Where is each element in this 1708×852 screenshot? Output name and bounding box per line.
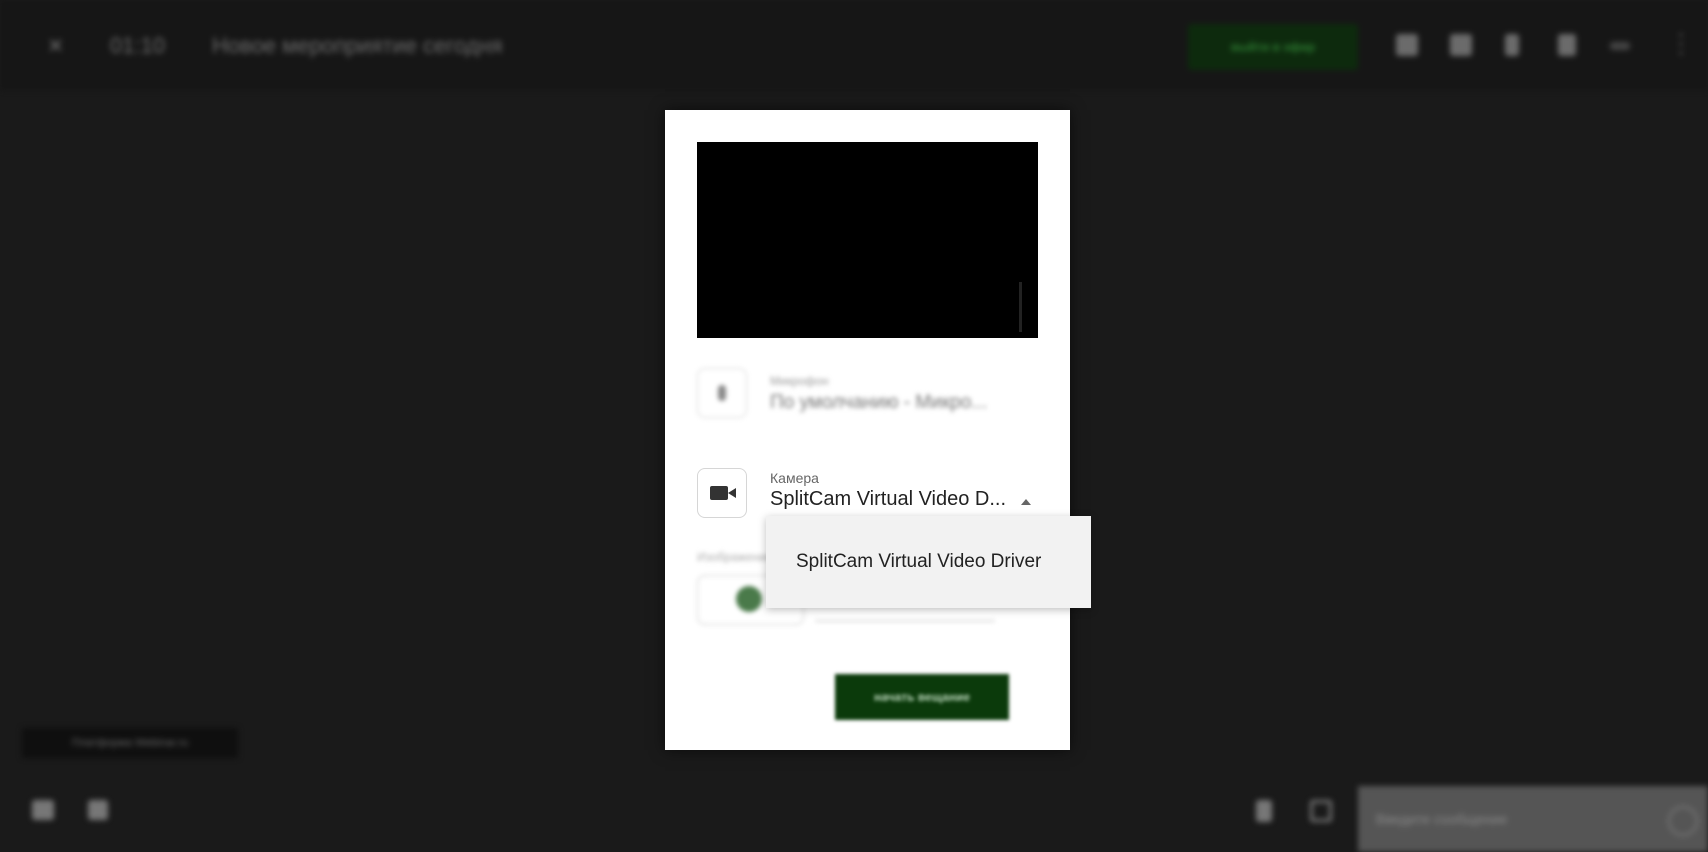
microphone-select-row[interactable]: Микрофон По умолчанию - Микро... <box>697 368 1042 432</box>
message-input[interactable]: Введите сообщение <box>1358 786 1708 852</box>
camera-dropdown-menu: SplitCam Virtual Video Driver <box>766 516 1091 608</box>
top-bar: × 01:10 Новое мероприятие сегодня выйти … <box>0 0 1708 90</box>
start-broadcast-button[interactable]: начать вещание <box>835 674 1009 720</box>
camera-label: Камера <box>770 470 819 486</box>
document-icon[interactable] <box>1558 34 1576 56</box>
media-settings-dialog: Микрофон По умолчанию - Микро... Камера … <box>665 110 1070 750</box>
send-icon[interactable] <box>1668 806 1698 836</box>
microphone-icon-box <box>697 368 747 418</box>
text-icon[interactable] <box>1256 800 1272 822</box>
divider <box>815 620 995 622</box>
chevron-up-icon[interactable] <box>1021 499 1031 505</box>
event-timer: 01:10 <box>110 33 166 58</box>
pointer-icon[interactable] <box>88 800 108 820</box>
event-title: Новое мероприятие сегодня <box>212 33 503 58</box>
monitor-icon[interactable] <box>32 800 54 820</box>
platform-label: Платформа Webinar.ru <box>22 728 238 758</box>
preview-scrollbar <box>1019 282 1022 332</box>
camera-option-splitcam[interactable]: SplitCam Virtual Video Driver <box>766 516 1091 608</box>
image-icon[interactable] <box>1310 800 1332 822</box>
image-setting-label: Изображение <box>697 550 773 564</box>
more-icon[interactable]: ⋮ <box>1668 28 1694 59</box>
microphone-label: Микрофон <box>770 374 829 388</box>
camera-preview <box>697 142 1038 338</box>
message-placeholder: Введите сообщение <box>1376 811 1508 827</box>
close-icon[interactable]: × <box>48 30 63 61</box>
messages-icon[interactable] <box>1450 34 1472 56</box>
participants-icon[interactable] <box>1505 34 1519 56</box>
camera-icon <box>710 486 736 500</box>
microphone-select[interactable]: По умолчанию - Микро... <box>770 392 987 414</box>
microphone-icon <box>718 385 726 401</box>
toggle-knob-icon <box>736 586 762 612</box>
subtitles-icon[interactable] <box>1610 42 1630 50</box>
camera-select[interactable]: SplitCam Virtual Video D... <box>770 488 1006 511</box>
chat-icon[interactable] <box>1396 34 1418 56</box>
camera-icon-box <box>697 468 747 518</box>
go-live-button[interactable]: выйти в эфир <box>1188 24 1358 70</box>
